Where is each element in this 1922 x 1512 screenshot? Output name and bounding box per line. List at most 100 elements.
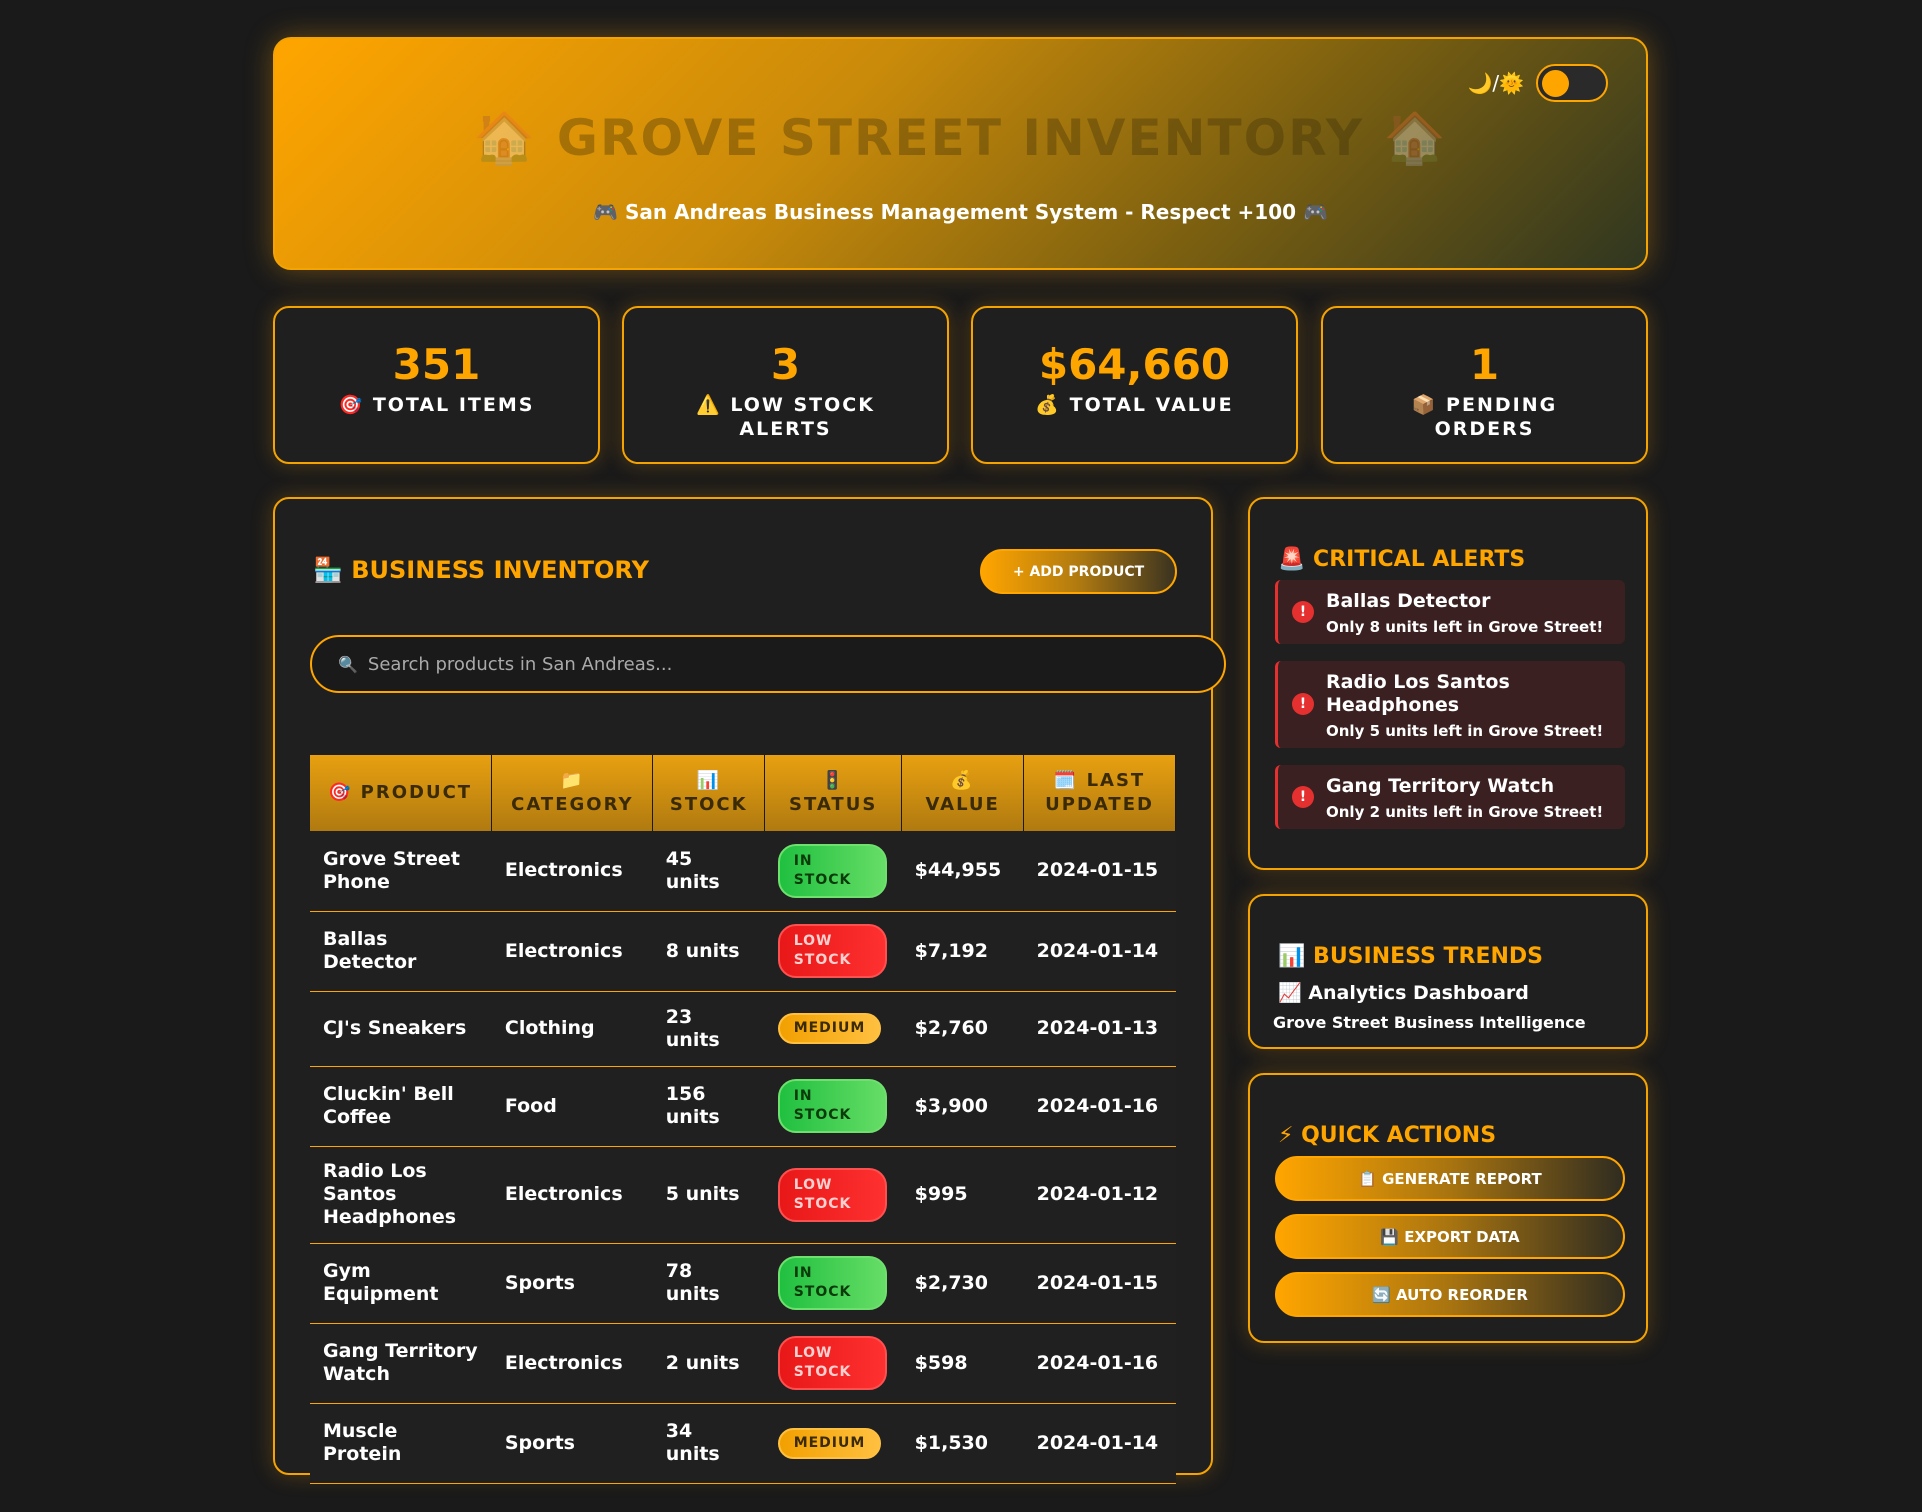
stat-pending-orders: 1 📦 Pending Orders [1321,306,1648,464]
alert-icon: ! [1292,786,1314,808]
cell-updated: 2024-01-13 [1023,991,1176,1067]
table-row[interactable]: CJ's Sneakers Clothing 23 units Medium $… [310,991,1176,1067]
table-row[interactable]: Muscle Protein Sports 34 units Medium $1… [310,1403,1176,1484]
analytics-heading: 📈 Analytics Dashboard [1278,982,1529,1004]
inventory-title: 🏪 Business Inventory [313,556,649,584]
table-row[interactable]: Cluckin' Bell Coffee Food 156 units In S… [310,1066,1176,1147]
cell-stock: 156 units [652,1066,765,1147]
generate-report-button[interactable]: 📋 Generate Report [1275,1156,1625,1201]
cell-status: In Stock [764,831,902,912]
table-row[interactable]: Grove Street Phone Electronics 45 units … [310,831,1176,912]
table-row[interactable]: Gym Equipment Sports 78 units In Stock $… [310,1243,1176,1324]
cell-stock: 8 units [652,911,765,992]
cell-updated: 2024-01-15 [1023,1243,1176,1324]
add-product-button[interactable]: + Add Product [980,549,1177,594]
cell-category: Electronics [491,1323,653,1404]
table-row[interactable]: Radio Los Santos Headphones Electronics … [310,1146,1176,1244]
cell-product: CJ's Sneakers [310,991,492,1067]
stat-label: 💰 Total Value [1035,394,1234,416]
alert-message: Only 2 units left in Grove Street! [1326,803,1604,821]
alert-item[interactable]: ! Gang Territory Watch Only 2 units left… [1275,765,1625,829]
business-trends-panel: 📊 Business Trends 📈 Analytics Dashboard … [1248,894,1648,1049]
column-header-product[interactable]: 🎯 Product [310,755,493,831]
cell-status: Medium [764,1403,902,1484]
quick-actions-panel: ⚡ Quick Actions 📋 Generate Report 💾 Expo… [1248,1073,1648,1343]
alert-name: Ballas Detector [1326,590,1491,612]
table-row[interactable]: Ballas Detector Electronics 8 units Low … [310,911,1176,992]
cell-stock: 2 units [652,1323,765,1404]
cell-value: $995 [901,1146,1024,1244]
alert-item[interactable]: ! Radio Los Santos Headphones Only 5 uni… [1275,661,1625,748]
cell-value: $1,530 [901,1403,1024,1484]
cell-stock: 34 units [652,1403,765,1484]
alerts-title: 🚨 Critical Alerts [1278,547,1526,572]
alert-name: Radio Los Santos Headphones [1326,671,1510,716]
cell-value: $44,955 [901,831,1024,912]
column-header-category[interactable]: 📁 Category [491,755,654,831]
cell-category: Food [491,1066,653,1147]
inventory-panel: 🏪 Business Inventory + Add Product 🔍 Sea… [273,497,1226,1484]
cell-status: In Stock [764,1066,902,1147]
auto-reorder-button[interactable]: 🔄 Auto Reorder [1275,1272,1625,1317]
stat-label: ⚠️ Low Stock Alerts [696,394,875,440]
moon-sun-icon: 🌙/🌞 [1467,71,1524,95]
status-badge: In Stock [777,843,887,898]
alert-icon: ! [1292,693,1314,715]
stat-total-value: $64,660 💰 Total Value [971,306,1298,464]
cell-category: Electronics [491,911,653,992]
cell-product: Ballas Detector [310,911,492,992]
cell-status: In Stock [764,1243,902,1324]
cell-updated: 2024-01-16 [1023,1066,1176,1147]
cell-value: $2,730 [901,1243,1024,1324]
stat-total-items: 351 🎯 Total Items [273,306,600,464]
cell-product: Gym Equipment [310,1243,492,1324]
cell-updated: 2024-01-16 [1023,1323,1176,1404]
cell-category: Sports [491,1403,653,1484]
alert-message: Only 5 units left in Grove Street! [1326,722,1604,740]
column-header-value[interactable]: 💰 Value [901,755,1025,831]
cell-status: Low Stock [764,911,902,992]
critical-alerts-panel: 🚨 Critical Alerts ! Ballas Detector Only… [1248,497,1648,870]
theme-toggle-group: 🌙/🌞 [1467,64,1608,102]
alert-name: Gang Territory Watch [1326,775,1555,797]
actions-title: ⚡ Quick Actions [1278,1123,1497,1148]
cell-updated: 2024-01-14 [1023,911,1176,992]
stat-value: 351 [392,340,481,389]
status-badge: In Stock [777,1079,887,1133]
export-data-button[interactable]: 💾 Export Data [1275,1214,1625,1259]
status-badge: Low Stock [777,1167,887,1222]
status-badge: Low Stock [777,924,887,978]
page-subtitle: 🎮 San Andreas Business Management System… [593,200,1328,224]
alert-icon: ! [1292,601,1314,623]
column-header-stock[interactable]: 📊 Stock [652,755,766,831]
cell-status: Medium [764,991,902,1067]
cell-status: Low Stock [764,1146,902,1244]
cell-value: $598 [901,1323,1024,1404]
status-badge: In Stock [777,1256,887,1310]
cell-updated: 2024-01-12 [1023,1146,1176,1244]
cell-stock: 5 units [652,1146,765,1244]
toggle-knob [1542,70,1569,97]
status-badge: Low Stock [777,1336,887,1390]
column-header-updated[interactable]: 🗓️ Last Updated [1023,755,1176,831]
alert-item[interactable]: ! Ballas Detector Only 8 units left in G… [1275,580,1625,644]
table-header-row: 🎯 Product 📁 Category 📊 Stock 🚦 Status 💰 … [310,755,1176,831]
stat-label: 📦 Pending Orders [1411,394,1558,440]
analytics-subheading: Grove Street Business Intelligence [1273,1013,1586,1032]
trends-title: 📊 Business Trends [1278,944,1544,969]
cell-category: Sports [491,1243,653,1324]
cell-stock: 23 units [652,991,765,1067]
cell-product: Radio Los Santos Headphones [310,1146,492,1244]
cell-value: $2,760 [901,991,1024,1067]
inventory-table: 🎯 Product 📁 Category 📊 Stock 🚦 Status 💰 … [310,755,1176,1484]
column-header-status[interactable]: 🚦 Status [764,755,903,831]
search-input[interactable]: 🔍 Search products in San Andreas... [310,635,1226,693]
cell-stock: 78 units [652,1243,765,1324]
page-title: 🏠 Grove Street Inventory 🏠 [473,109,1448,167]
stat-label: 🎯 Total Items [338,394,535,416]
cell-updated: 2024-01-14 [1023,1403,1176,1484]
status-badge: Medium [777,1427,882,1459]
table-row[interactable]: Gang Territory Watch Electronics 2 units… [310,1323,1176,1404]
cell-product: Muscle Protein [310,1403,492,1484]
theme-toggle[interactable] [1536,64,1608,102]
